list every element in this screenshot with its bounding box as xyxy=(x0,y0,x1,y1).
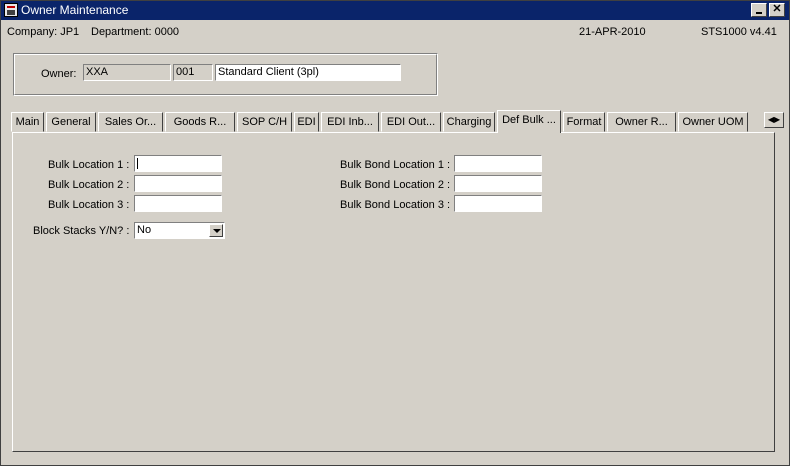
minimize-button[interactable] xyxy=(751,3,767,17)
app-icon xyxy=(4,3,18,17)
tab-charging[interactable]: Charging xyxy=(443,112,495,132)
owner-name-field[interactable]: Standard Client (3pl) xyxy=(215,64,401,81)
bulk-location-1-label: Bulk Location 1 : xyxy=(48,159,130,171)
bulk-bond-location-3-input[interactable] xyxy=(454,195,542,212)
owner-label: Owner: xyxy=(41,68,77,80)
tab-def-bulk[interactable]: Def Bulk ... xyxy=(497,110,561,133)
bulk-bond-location-2-input[interactable] xyxy=(454,175,542,192)
tab-edi-inbound[interactable]: EDI Inb... xyxy=(321,112,379,132)
owner-maintenance-window: Owner Maintenance ✕ Company: JP1 Departm… xyxy=(0,0,790,466)
bulk-bond-location-2-label: Bulk Bond Location 2 : xyxy=(340,179,451,191)
tab-general[interactable]: General xyxy=(46,112,96,132)
version-text: STS1000 v4.41 xyxy=(701,26,777,38)
tab-sales-orders[interactable]: Sales Or... xyxy=(98,112,163,132)
close-icon: ✕ xyxy=(772,3,782,15)
owner-sub-field[interactable]: 001 xyxy=(173,64,213,81)
title-bar: Owner Maintenance ✕ xyxy=(1,1,789,20)
block-stacks-value: No xyxy=(137,224,152,236)
tab-strip: Main General Sales Or... Goods R... SOP … xyxy=(11,110,784,133)
company-text: Company: JP1 xyxy=(7,26,80,38)
bulk-location-2-label: Bulk Location 2 : xyxy=(48,179,130,191)
tab-main[interactable]: Main xyxy=(11,112,44,132)
info-bar: Company: JP1 Department: 0000 21-APR-201… xyxy=(1,24,789,40)
close-button[interactable]: ✕ xyxy=(769,3,785,17)
date-text: 21-APR-2010 xyxy=(579,26,646,38)
tab-goods-received[interactable]: Goods R... xyxy=(165,112,235,132)
owner-code-field[interactable]: XXA xyxy=(83,64,171,81)
bulk-location-2-input[interactable] xyxy=(134,175,222,192)
window-title: Owner Maintenance xyxy=(21,3,129,17)
tab-owner-uom[interactable]: Owner UOM xyxy=(678,112,748,132)
block-stacks-label: Block Stacks Y/N? : xyxy=(33,225,130,237)
bulk-bond-location-1-input[interactable] xyxy=(454,155,542,172)
tab-edi-outbound[interactable]: EDI Out... xyxy=(381,112,441,132)
bulk-location-3-label: Bulk Location 3 : xyxy=(48,199,130,211)
bulk-location-1-input[interactable] xyxy=(134,155,222,172)
bulk-bond-location-3-label: Bulk Bond Location 3 : xyxy=(340,199,451,211)
tab-scroll-arrows-icon[interactable]: ◀▶ xyxy=(764,112,784,128)
tab-edi[interactable]: EDI xyxy=(294,112,319,132)
bulk-location-3-input[interactable] xyxy=(134,195,222,212)
tab-sop-ch[interactable]: SOP C/H xyxy=(237,112,292,132)
department-text: Department: 0000 xyxy=(91,26,180,38)
tab-owner-r[interactable]: Owner R... xyxy=(607,112,676,132)
block-stacks-select[interactable]: No xyxy=(134,222,225,239)
tab-format[interactable]: Format xyxy=(563,112,605,132)
minimize-icon xyxy=(756,12,762,14)
chevron-down-icon[interactable] xyxy=(209,224,223,237)
text-cursor xyxy=(137,158,138,169)
bulk-bond-location-1-label: Bulk Bond Location 1 : xyxy=(340,159,451,171)
